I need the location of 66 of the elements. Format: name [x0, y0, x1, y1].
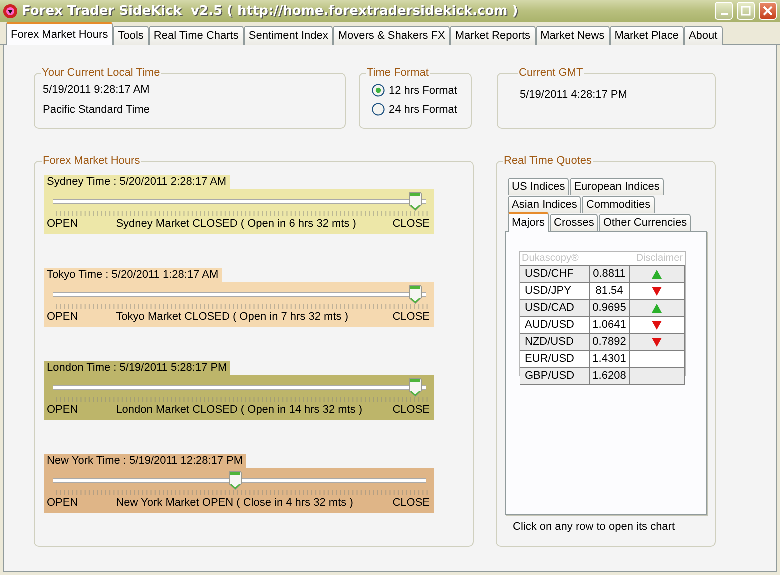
tab[interactable]: Tools	[113, 26, 149, 45]
group-title: Real Time Quotes	[504, 155, 592, 167]
slider-thumb[interactable]	[409, 378, 422, 397]
slider-thumb[interactable]	[229, 471, 242, 490]
pair-cell: GBP/USD	[520, 368, 590, 384]
close-label: CLOSE	[392, 404, 430, 417]
hint-text: Click on any row to open its chart	[512, 521, 676, 533]
quote-row[interactable]: USD/JPY 81.54	[520, 282, 685, 299]
local-time: 5/19/2011 9:28:17 AM	[43, 83, 151, 98]
group-title: Time Format	[367, 67, 429, 79]
minimize-button[interactable]	[715, 2, 733, 20]
group-title: Forex Market Hours	[43, 155, 140, 167]
minimize-icon	[720, 13, 728, 15]
group-title: Current GMT	[519, 67, 584, 79]
quote-row[interactable]: GBP/USD 1.6208	[520, 367, 685, 385]
quote-tab[interactable]: Commodities	[582, 196, 655, 213]
quote-tab[interactable]: European Indices	[570, 178, 664, 195]
close-label: CLOSE	[392, 497, 430, 510]
quote-row[interactable]: USD/CHF 0.8811	[520, 265, 685, 282]
open-label: OPEN	[47, 497, 78, 510]
close-icon	[763, 6, 773, 16]
market-time-label: London Time : 5/19/2011 5:28:17 PM	[44, 361, 230, 375]
window-title: Forex Trader SideKick v2.5 ( http://home.forextradersidekick.com )	[22, 4, 520, 18]
open-label: OPEN	[47, 311, 78, 324]
tab[interactable]: About	[684, 26, 723, 45]
source-label: Dukascopy®	[522, 252, 579, 265]
quote-tab[interactable]: US Indices	[508, 178, 570, 195]
group-title: Your Current Local Time	[42, 67, 160, 79]
tab[interactable]: Market Reports	[450, 26, 536, 45]
open-label: OPEN	[47, 218, 78, 231]
price-cell: 1.6208	[590, 368, 630, 384]
radio-option[interactable]: 12 hrs Format	[372, 81, 463, 100]
radio-option[interactable]: 24 hrs Format	[372, 100, 463, 119]
market-time-label: New York Time : 5/19/2011 12:28:17 PM	[44, 454, 246, 468]
radio-button[interactable]	[372, 84, 385, 97]
close-label: CLOSE	[392, 218, 430, 231]
quote-tab[interactable]: Other Currencies	[599, 214, 692, 231]
close-label: CLOSE	[392, 311, 430, 324]
market-time-label: Sydney Time : 5/20/2011 2:28:17 AM	[44, 175, 230, 189]
tab[interactable]: Movers & Shakers FX	[333, 26, 450, 45]
tab[interactable]: Forex Market Hours	[6, 22, 114, 45]
tab[interactable]: Market News	[536, 26, 610, 45]
maximize-icon	[741, 6, 751, 16]
quote-row[interactable]: AUD/USD 1.0641	[520, 316, 685, 333]
tab[interactable]: Market Place	[610, 26, 684, 45]
close-button[interactable]	[759, 2, 777, 20]
gmt-time: 5/19/2011 4:28:17 PM	[520, 88, 628, 103]
quote-row[interactable]: USD/CAD 0.9695	[520, 299, 685, 316]
tab[interactable]: Sentiment Index	[244, 26, 334, 45]
quote-tab[interactable]: Asian Indices	[508, 196, 582, 213]
market-status: London Market CLOSED ( Open in 14 hrs 32 mts )	[115, 404, 364, 417]
tab[interactable]: Real Time Charts	[148, 26, 244, 45]
slider-thumb[interactable]	[409, 192, 422, 211]
slider-thumb[interactable]	[409, 285, 422, 304]
quote-tab[interactable]: Majors	[508, 212, 550, 232]
open-label: OPEN	[47, 404, 78, 417]
radio-button[interactable]	[372, 103, 385, 116]
time-zone: Pacific Standard Time	[43, 103, 151, 118]
app-icon[interactable]	[3, 4, 18, 18]
quote-row[interactable]: NZD/USD 0.7892	[520, 333, 685, 350]
market-status: Sydney Market CLOSED ( Open in 6 hrs 32 mts )	[115, 218, 358, 231]
market-status: New York Market OPEN ( Close in 4 hrs 32 mts )	[115, 497, 354, 510]
market-time-label: Tokyo Time : 5/20/2011 1:28:17 AM	[44, 268, 222, 282]
market-status: Tokyo Market CLOSED ( Open in 7 hrs 32 mts )	[115, 311, 350, 324]
quote-row[interactable]: EUR/USD 1.4301	[520, 350, 685, 367]
quote-tab[interactable]: Crosses	[550, 214, 598, 231]
